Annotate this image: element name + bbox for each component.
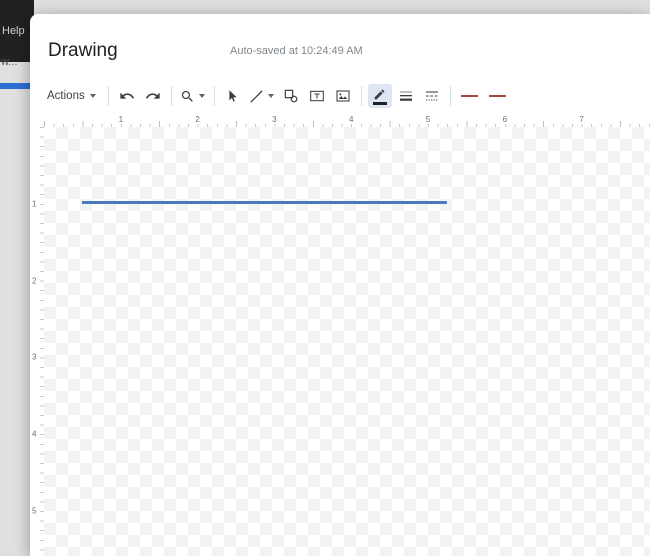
line-weight-icon	[398, 88, 414, 104]
dialog-title: Drawing	[48, 40, 118, 62]
select-tool-button[interactable]	[221, 84, 245, 108]
line-end-icon	[489, 95, 506, 97]
actions-button[interactable]: Actions	[39, 84, 102, 108]
shape-icon	[283, 88, 299, 104]
line-icon	[249, 89, 264, 104]
ruler-number: 3	[270, 115, 278, 124]
zoom-button[interactable]	[178, 84, 208, 108]
ruler-number: 6	[501, 115, 509, 124]
toolbar-separator	[214, 86, 215, 106]
line-tool-button[interactable]	[247, 84, 277, 108]
ruler-number: 4	[347, 115, 355, 124]
chevron-down-icon	[90, 94, 96, 98]
undo-button[interactable]	[115, 84, 139, 108]
toolbar-separator	[108, 86, 109, 106]
shape-tool-button[interactable]	[279, 84, 303, 108]
toolbar-separator	[361, 86, 362, 106]
ruler-number: 3	[32, 352, 36, 363]
line-weight-button[interactable]	[394, 84, 418, 108]
drawing-canvas[interactable]	[44, 127, 650, 556]
chevron-down-icon	[268, 94, 274, 98]
screen: Help w... Drawing Auto-saved at 10:24:49…	[0, 0, 650, 556]
pencil-icon	[373, 88, 386, 101]
ruler-number: 2	[32, 275, 36, 286]
image-icon	[335, 88, 351, 104]
ruler-number: 1	[117, 115, 125, 124]
image-button[interactable]	[331, 84, 355, 108]
toolbar-separator	[450, 86, 451, 106]
line-dash-icon	[424, 88, 440, 104]
toolbar: Actions	[38, 82, 512, 110]
autosave-status: Auto-saved at 10:24:49 AM	[230, 45, 363, 57]
toolbar-separator	[171, 86, 172, 106]
ruler-number: 7	[577, 115, 585, 124]
ruler-number: 2	[193, 115, 201, 124]
line-dash-button[interactable]	[420, 84, 444, 108]
redo-button[interactable]	[141, 84, 165, 108]
ruler-number: 1	[32, 198, 36, 209]
line-start-button[interactable]	[457, 84, 483, 108]
horizontal-ruler: 1 2 3 4 5 6 7	[44, 114, 650, 127]
line-color-button[interactable]	[368, 84, 392, 108]
undo-icon	[119, 88, 135, 104]
line-start-icon	[461, 95, 478, 97]
text-box-icon	[309, 88, 325, 104]
drawing-dialog: Drawing Auto-saved at 10:24:49 AM Action…	[30, 14, 650, 556]
vertical-ruler: 1 2 3 4 5	[30, 127, 44, 556]
actions-label: Actions	[47, 90, 85, 102]
chevron-down-icon	[199, 94, 205, 98]
ruler-number: 5	[424, 115, 432, 124]
redo-icon	[145, 88, 161, 104]
line-end-button[interactable]	[485, 84, 511, 108]
ruler-number: 5	[32, 506, 36, 517]
drawn-line[interactable]	[82, 201, 447, 204]
ruler-number: 4	[32, 429, 36, 440]
cursor-icon	[225, 89, 240, 104]
text-box-button[interactable]	[305, 84, 329, 108]
zoom-icon	[180, 89, 195, 104]
current-color-bar	[373, 102, 387, 105]
